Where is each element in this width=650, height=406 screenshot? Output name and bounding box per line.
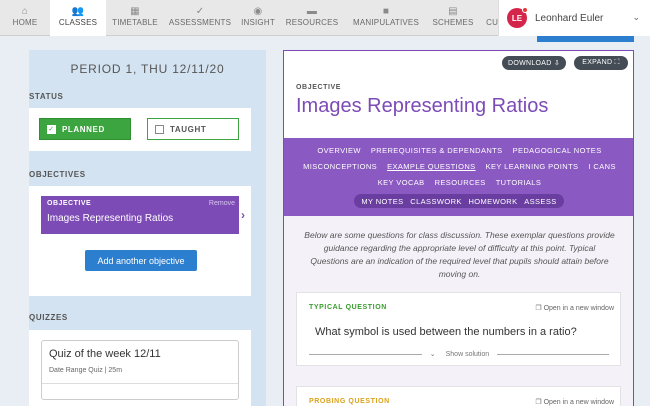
- typical-question-card: TYPICAL QUESTION ❐ Open in a new window …: [296, 292, 621, 366]
- objective-card[interactable]: OBJECTIVE Remove Images Representing Rat…: [41, 196, 239, 234]
- checkbox-checked-icon: ✓: [47, 124, 56, 134]
- chevron-down-icon[interactable]: ⌄: [632, 12, 640, 23]
- status-card: ✓ PLANNED TAUGHT: [29, 108, 251, 151]
- nav-label: MANIPULATIVES: [352, 18, 420, 27]
- top-action-button-edge[interactable]: [537, 36, 634, 42]
- probing-question-card: PROBING QUESTION ❐ Open in a new window: [296, 386, 621, 406]
- lesson-panel: PERIOD 1, THU 12/11/20 STATUS ✓ PLANNED …: [29, 50, 266, 406]
- chevron-down-circle-icon: ⌄: [425, 351, 440, 358]
- checkbox-empty-icon: [155, 124, 164, 134]
- objectives-card: OBJECTIVE Remove Images Representing Rat…: [29, 186, 251, 296]
- planned-button[interactable]: ✓ PLANNED: [39, 118, 131, 140]
- remove-objective-link[interactable]: Remove: [209, 200, 235, 207]
- tab-tutorials[interactable]: TUTORIALS: [496, 178, 542, 187]
- cube-icon: ■: [382, 6, 390, 17]
- tab-row-2: MISCONCEPTIONS EXAMPLE QUESTIONS KEY LEA…: [284, 162, 633, 171]
- nav-classes[interactable]: 👥 CLASSES: [50, 0, 106, 36]
- typical-question-text: What symbol is used between the numbers …: [315, 326, 577, 338]
- typical-question-label: TYPICAL QUESTION: [309, 304, 387, 311]
- planned-label: PLANNED: [62, 124, 105, 134]
- example-questions-intro: Below are some questions for class discu…: [304, 230, 615, 279]
- expand-button[interactable]: EXPAND ⛶: [574, 56, 628, 70]
- objective-card-label: OBJECTIVE: [47, 200, 92, 207]
- nav-home[interactable]: ⌂ HOME: [0, 0, 50, 36]
- nav-label: INSIGHT: [241, 18, 275, 27]
- tab-resources[interactable]: RESOURCES: [435, 178, 486, 187]
- show-solution-toggle[interactable]: ⌄ Show solution: [297, 350, 622, 358]
- tab-pedagogical-notes[interactable]: PEDAGOGICAL NOTES: [513, 146, 602, 155]
- avatar-initials: LE: [511, 13, 523, 23]
- probing-question-label: PROBING QUESTION: [309, 398, 390, 405]
- open-new-window-link[interactable]: ❐ Open in a new window: [535, 398, 614, 406]
- tab-my-notes[interactable]: MY NOTES: [361, 197, 403, 206]
- taught-label: TAUGHT: [170, 124, 207, 134]
- sub-tabs: MY NOTES CLASSWORK HOMEWORK ASSESS: [354, 194, 564, 208]
- chevron-right-icon[interactable]: ›: [241, 208, 245, 222]
- tab-key-vocab[interactable]: KEY VOCAB: [378, 178, 425, 187]
- user-menu[interactable]: LE Leonhard Euler ⌄: [498, 0, 650, 36]
- show-solution-label: Show solution: [441, 351, 494, 358]
- eye-icon: ◉: [253, 6, 263, 17]
- nav-label: CLASSES: [58, 18, 98, 27]
- nav-manipulatives[interactable]: ■ MANIPULATIVES: [344, 0, 428, 36]
- tab-prerequisites[interactable]: PREREQUISITES & DEPENDANTS: [371, 146, 503, 155]
- external-window-icon: ❐: [535, 305, 542, 312]
- tab-key-learning-points[interactable]: KEY LEARNING POINTS: [486, 162, 579, 171]
- quizzes-label: QUIZZES: [29, 313, 68, 322]
- calendar-icon: ▦: [130, 6, 140, 17]
- nav-label: RESOURCES: [285, 18, 339, 27]
- quiz-item[interactable]: Quiz of the week 12/11 Date Range Quiz |…: [41, 340, 239, 400]
- nav-label: TIMETABLE: [112, 18, 158, 27]
- download-button[interactable]: DOWNLOAD ⇩: [502, 56, 566, 70]
- tab-homework[interactable]: HOMEWORK: [468, 197, 517, 206]
- tab-misconceptions[interactable]: MISCONCEPTIONS: [303, 162, 377, 171]
- nav-schemes[interactable]: ▤ SCHEMES: [428, 0, 478, 36]
- lesson-period-title: PERIOD 1, THU 12/11/20: [70, 62, 225, 76]
- nav-label: HOME: [12, 18, 38, 27]
- book-icon: ▤: [448, 6, 458, 17]
- tab-assess[interactable]: ASSESS: [524, 197, 556, 206]
- tab-classwork[interactable]: CLASSWORK: [410, 197, 462, 206]
- tab-row-1: OVERVIEW PREREQUISITES & DEPENDANTS PEDA…: [284, 146, 633, 155]
- add-objective-button[interactable]: Add another objective: [85, 250, 197, 271]
- users-icon: 👥: [71, 6, 85, 17]
- notification-dot: [522, 7, 528, 13]
- open-new-window-link[interactable]: ❐ Open in a new window: [535, 304, 614, 312]
- objective-label: OBJECTIVE: [296, 84, 342, 91]
- objective-tabs: OVERVIEW PREREQUISITES & DEPENDANTS PEDA…: [284, 138, 633, 216]
- tab-overview[interactable]: OVERVIEW: [317, 146, 361, 155]
- folder-icon: ▬: [306, 6, 318, 17]
- open-window-label: Open in a new window: [543, 305, 614, 312]
- nav-insight[interactable]: ◉ INSIGHT: [236, 0, 280, 36]
- tab-row-3: KEY VOCAB RESOURCES TUTORIALS: [284, 178, 633, 187]
- divider: [42, 383, 238, 384]
- nav-label: ASSESSMENTS: [168, 18, 232, 27]
- tab-example-questions[interactable]: EXAMPLE QUESTIONS: [387, 162, 476, 171]
- status-label: STATUS: [29, 92, 64, 101]
- taught-button[interactable]: TAUGHT: [147, 118, 239, 140]
- external-window-icon: ❐: [535, 399, 542, 406]
- objective-title: Images Representing Ratios: [296, 95, 549, 117]
- check-circle-icon: ✓: [195, 6, 205, 17]
- avatar: LE: [507, 7, 528, 28]
- quiz-subtitle: Date Range Quiz | 25m: [49, 367, 123, 374]
- nav-timetable[interactable]: ▦ TIMETABLE: [106, 0, 164, 36]
- home-icon: ⌂: [21, 6, 29, 17]
- user-name: Leonhard Euler: [535, 12, 604, 24]
- nav-assessments[interactable]: ✓ ASSESSMENTS: [164, 0, 236, 36]
- quizzes-card: Quiz of the week 12/11 Date Range Quiz |…: [29, 330, 251, 406]
- nav-label: SCHEMES: [432, 18, 474, 27]
- nav-resources[interactable]: ▬ RESOURCES: [280, 0, 344, 36]
- objective-name: Images Representing Ratios: [47, 213, 174, 224]
- objectives-label: OBJECTIVES: [29, 170, 86, 179]
- objective-detail-panel: DOWNLOAD ⇩ EXPAND ⛶ OBJECTIVE Images Rep…: [283, 50, 634, 406]
- quiz-title: Quiz of the week 12/11: [49, 348, 161, 360]
- open-window-label: Open in a new window: [543, 399, 614, 406]
- tab-i-cans[interactable]: I CANS: [588, 162, 615, 171]
